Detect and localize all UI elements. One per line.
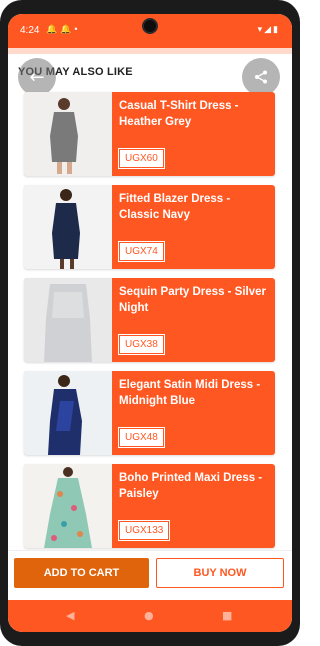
product-price: UGX48 xyxy=(118,427,165,448)
notification-icons: 🔔🔔• xyxy=(46,24,81,34)
product-title: Boho Printed Maxi Dress - Paisley xyxy=(119,472,263,500)
nav-home-icon[interactable]: ● xyxy=(144,609,154,622)
add-to-cart-button[interactable]: ADD TO CART xyxy=(14,558,149,588)
product-price: UGX38 xyxy=(118,334,165,355)
product-image xyxy=(24,464,112,548)
camera-icon xyxy=(142,18,158,34)
status-bar: 4:24 🔔🔔• ▾◢▮ xyxy=(8,14,292,48)
share-button[interactable] xyxy=(242,58,280,96)
product-card[interactable]: Sequin Party Dress - Silver Night UGX38 xyxy=(24,278,275,362)
product-price: UGX60 xyxy=(118,148,165,169)
product-title: Fitted Blazer Dress - Classic Navy xyxy=(119,193,231,221)
system-nav-bar: ◀ ● ■ xyxy=(8,600,292,632)
share-icon xyxy=(255,70,267,84)
nav-recents-icon[interactable]: ■ xyxy=(222,609,232,622)
nav-back-icon[interactable]: ◀ xyxy=(66,609,74,622)
product-card[interactable]: Elegant Satin Midi Dress - Midnight Blue… xyxy=(24,371,275,455)
product-image xyxy=(24,185,112,269)
product-image xyxy=(24,371,112,455)
header-strip xyxy=(8,48,292,54)
product-card[interactable]: Fitted Blazer Dress - Classic Navy UGX74 xyxy=(24,185,275,269)
product-title: Casual T-Shirt Dress - Heather Grey xyxy=(119,100,239,128)
system-icons: ▾◢▮ xyxy=(257,24,280,34)
arrow-back-icon: ← xyxy=(29,66,45,88)
phone-frame: 4:24 🔔🔔• ▾◢▮ YOU MAY ALSO LIKE ← Casual … xyxy=(0,0,300,646)
product-title: Sequin Party Dress - Silver Night xyxy=(119,286,267,314)
product-title: Elegant Satin Midi Dress - Midnight Blue xyxy=(119,379,261,407)
product-list: Casual T-Shirt Dress - Heather Grey UGX6… xyxy=(24,92,275,557)
product-card[interactable]: Boho Printed Maxi Dress - Paisley UGX133 xyxy=(24,464,275,548)
product-price: UGX74 xyxy=(118,241,165,262)
product-price: UGX133 xyxy=(117,520,171,541)
status-time: 4:24 xyxy=(20,25,40,36)
buy-now-button[interactable]: BUY NOW xyxy=(156,558,284,588)
app-screen: 4:24 🔔🔔• ▾◢▮ YOU MAY ALSO LIKE ← Casual … xyxy=(8,14,292,632)
product-image xyxy=(24,278,112,362)
product-card[interactable]: Casual T-Shirt Dress - Heather Grey UGX6… xyxy=(24,92,275,176)
product-image xyxy=(24,92,112,176)
back-button[interactable]: ← xyxy=(18,58,56,96)
